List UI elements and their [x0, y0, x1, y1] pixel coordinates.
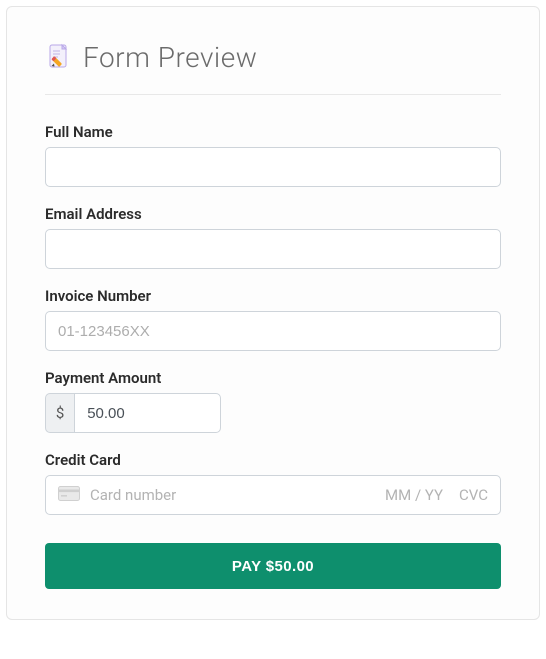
- amount-input[interactable]: [74, 393, 221, 433]
- email-input[interactable]: [45, 229, 501, 269]
- invoice-input[interactable]: [45, 311, 501, 351]
- full-name-label: Full Name: [45, 123, 501, 141]
- heading-row: Form Preview: [45, 41, 501, 74]
- email-label: Email Address: [45, 205, 501, 223]
- invoice-group: Invoice Number: [45, 287, 501, 351]
- pay-button[interactable]: PAY $50.00: [45, 543, 501, 589]
- credit-card-group: Credit Card Card number MM / YY CVC: [45, 451, 501, 515]
- card-icon: [58, 486, 80, 505]
- card-expiry-placeholder: MM / YY: [385, 486, 443, 504]
- currency-symbol: $: [45, 393, 74, 433]
- pencil-document-icon: [45, 42, 73, 74]
- page-title: Form Preview: [83, 41, 257, 74]
- credit-card-input[interactable]: Card number MM / YY CVC: [45, 475, 501, 515]
- credit-card-label: Credit Card: [45, 451, 501, 469]
- amount-label: Payment Amount: [45, 369, 501, 387]
- full-name-group: Full Name: [45, 123, 501, 187]
- email-group: Email Address: [45, 205, 501, 269]
- amount-group: Payment Amount $: [45, 369, 501, 433]
- full-name-input[interactable]: [45, 147, 501, 187]
- amount-input-group: $: [45, 393, 221, 433]
- divider: [45, 94, 501, 95]
- card-number-placeholder: Card number: [90, 486, 375, 504]
- card-cvc-placeholder: CVC: [459, 486, 488, 504]
- invoice-label: Invoice Number: [45, 287, 501, 305]
- form-preview-card: Form Preview Full Name Email Address Inv…: [6, 6, 540, 620]
